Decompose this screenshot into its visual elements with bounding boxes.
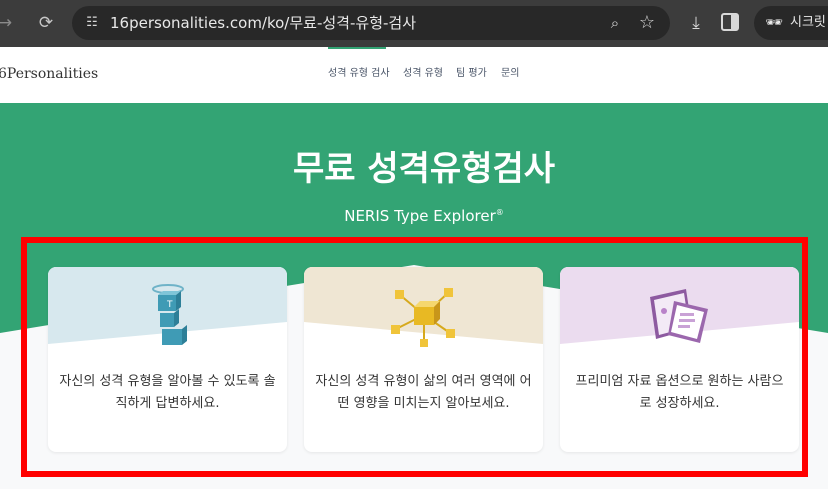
zoom-icon[interactable]: ⌕ bbox=[605, 13, 625, 33]
nav-link-personality-types[interactable]: 성격 유형 bbox=[403, 67, 443, 81]
hero-title: 무료 성격유형검사 bbox=[292, 149, 556, 189]
browser-toolbar: → ⟳ ☷ 16personalities.com/ko/무료-성격-유형-검사… bbox=[0, 0, 828, 47]
hero-subtitle-text: NERIS Type Explorer bbox=[344, 207, 496, 225]
registered-mark: ® bbox=[495, 208, 504, 217]
hero-subtitle: NERIS Type Explorer® bbox=[0, 203, 828, 226]
reload-icon[interactable]: ⟳ bbox=[35, 12, 57, 34]
site-settings-icon[interactable]: ☷ bbox=[83, 14, 101, 32]
download-icon[interactable]: ⤓ bbox=[684, 11, 708, 35]
site-header: 6Personalities 성격 유형 검사 성격 유형 팀 평가 문의 bbox=[0, 47, 828, 103]
highlight-box bbox=[21, 237, 808, 477]
incognito-indicator[interactable]: 🕶 시크릿 bbox=[754, 6, 828, 40]
site-logo[interactable]: 6Personalities bbox=[0, 65, 98, 83]
url-text[interactable]: 16personalities.com/ko/무료-성격-유형-검사 bbox=[110, 13, 416, 33]
address-bar[interactable]: ☷ 16personalities.com/ko/무료-성격-유형-검사 ⌕ ☆ bbox=[72, 6, 670, 40]
nav-link-contact[interactable]: 문의 bbox=[501, 67, 519, 81]
bookmark-star-icon[interactable]: ☆ bbox=[636, 12, 658, 34]
nav-active-indicator bbox=[328, 47, 386, 49]
incognito-label: 시크릿 bbox=[790, 15, 826, 30]
incognito-icon: 🕶 bbox=[765, 15, 783, 31]
nav-link-personality-test[interactable]: 성격 유형 검사 bbox=[328, 67, 390, 81]
side-panel-icon[interactable] bbox=[721, 13, 739, 31]
nav-link-team-assessment[interactable]: 팀 평가 bbox=[456, 67, 487, 81]
back-icon[interactable]: → bbox=[0, 12, 16, 34]
